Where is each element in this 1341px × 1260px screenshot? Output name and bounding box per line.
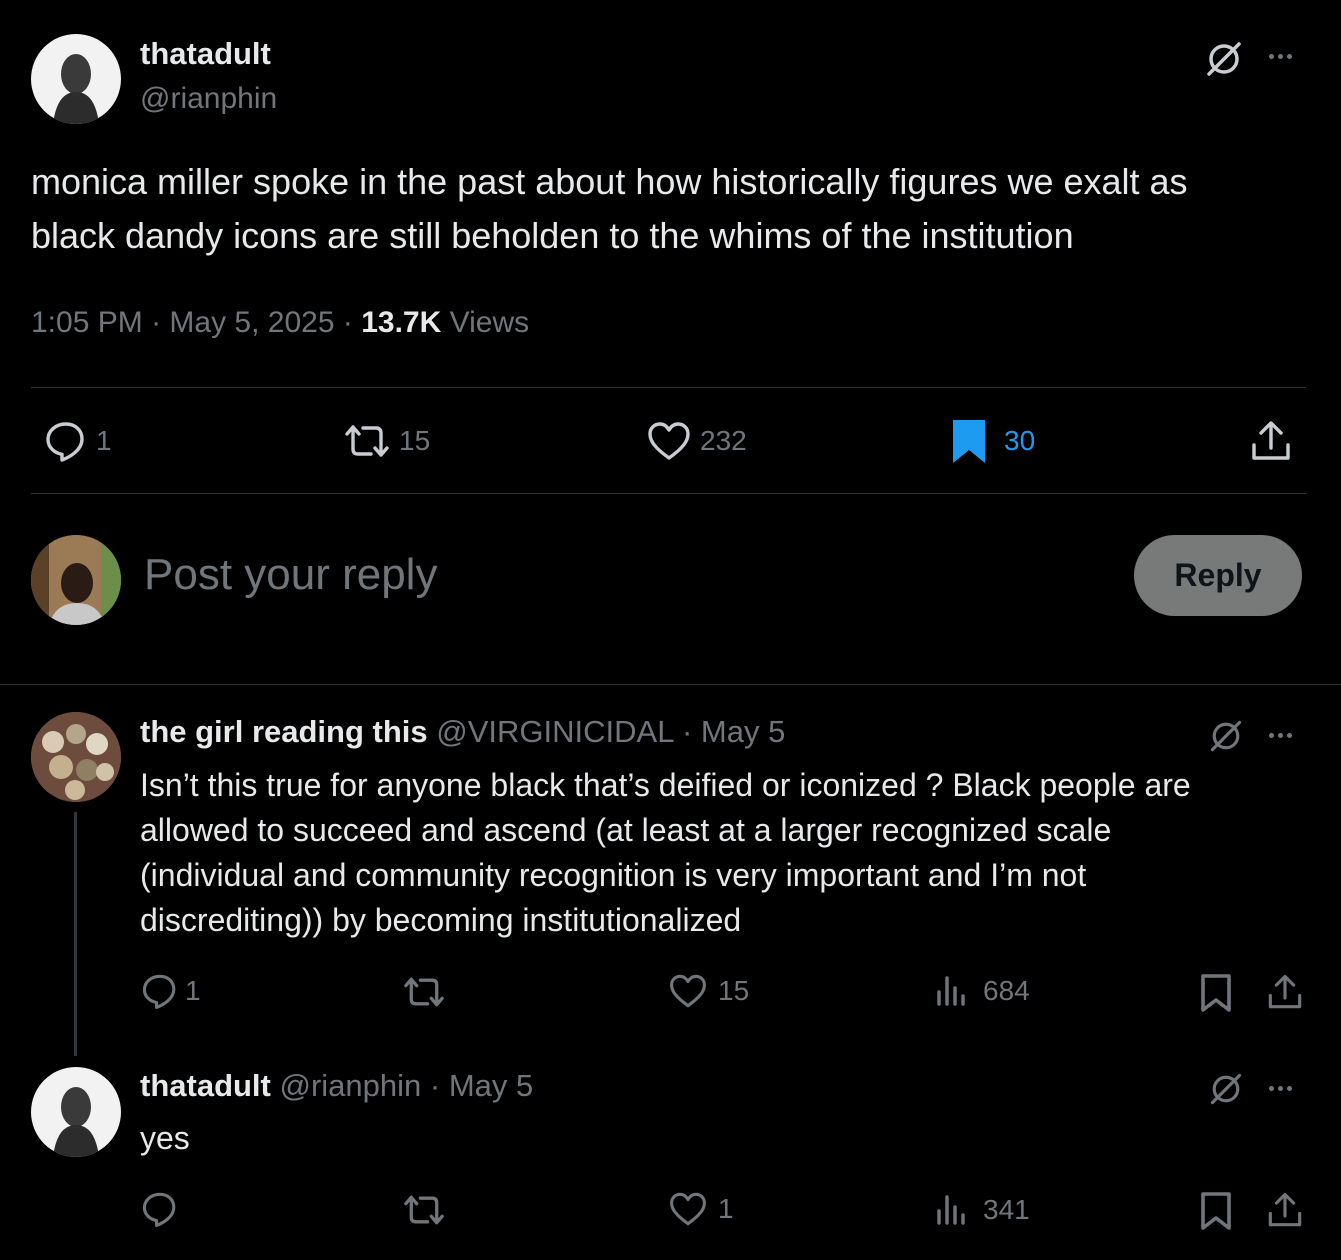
reply-text-line: Isn’t this true for anyone black that’s … (140, 767, 1191, 803)
more-icon[interactable] (1269, 733, 1292, 738)
bookmark-icon (950, 417, 988, 465)
repost-icon (402, 972, 446, 1012)
reply-display-name[interactable]: the girl reading this (140, 714, 428, 749)
views-count: 341 (983, 1194, 1030, 1225)
views-count: 684 (983, 975, 1030, 1006)
reply-text-line: yes (140, 1120, 190, 1156)
repost-count: 15 (399, 425, 431, 456)
reply-author-avatar[interactable] (31, 1067, 121, 1157)
like-icon (668, 1190, 708, 1228)
author-handle[interactable]: @rianphin (140, 82, 277, 116)
views-label: Views (449, 306, 530, 339)
reply-icon (44, 419, 88, 463)
reply-handle[interactable]: @rianphin (280, 1068, 422, 1103)
post-text-line-2: black dandy icons are still beholden to … (31, 215, 1074, 256)
reply-button[interactable]: 1 (141, 972, 201, 1010)
share-icon[interactable] (1249, 418, 1293, 464)
share-icon[interactable] (1266, 972, 1304, 1012)
repost-icon (343, 419, 391, 463)
reply-button[interactable]: 1 (44, 419, 112, 463)
bookmark-icon[interactable] (1200, 1191, 1232, 1231)
like-button[interactable]: 1 (668, 1190, 734, 1228)
section-divider (0, 684, 1341, 685)
current-user-avatar[interactable] (31, 535, 121, 625)
views-button[interactable]: 341 (935, 1193, 1030, 1227)
views-button[interactable]: 684 (935, 974, 1030, 1008)
more-icon[interactable] (1269, 1086, 1292, 1091)
post-date[interactable]: May 5, 2025 (169, 306, 334, 339)
share-icon[interactable] (1266, 1190, 1304, 1230)
like-button[interactable]: 232 (646, 419, 747, 463)
reply-text: yes (140, 1118, 190, 1158)
reply-header: thatadult @rianphin · May 5 (140, 1068, 533, 1104)
reply-composer-input[interactable]: Post your reply (144, 550, 437, 600)
reply-count: 1 (185, 975, 201, 1006)
more-icon[interactable] (1269, 54, 1292, 59)
thread-line (74, 812, 77, 1056)
grok-icon[interactable] (1207, 717, 1245, 755)
reply-text-line: allowed to succeed and ascend (at least … (140, 812, 1112, 848)
reply-date[interactable]: May 5 (701, 714, 785, 749)
author-avatar[interactable] (31, 34, 121, 124)
post-time[interactable]: 1:05 PM (31, 306, 143, 339)
bookmark-count: 30 (1004, 425, 1036, 456)
like-count: 232 (700, 425, 747, 456)
reply-author-avatar[interactable] (31, 712, 121, 802)
views-count: 13.7K (361, 306, 442, 339)
like-button[interactable]: 15 (668, 972, 749, 1010)
like-count: 1 (718, 1193, 734, 1224)
meta-separator: · (151, 306, 162, 339)
reply-submit-button[interactable]: Reply (1134, 535, 1302, 616)
repost-button[interactable] (402, 1190, 446, 1230)
post-text-line-1: monica miller spoke in the past about ho… (31, 161, 1188, 202)
views-icon (935, 1193, 969, 1227)
bookmark-button[interactable]: 30 (950, 417, 1035, 465)
meta-separator: · (429, 1068, 441, 1103)
reply-icon (141, 972, 179, 1010)
reply-text: Isn’t this true for anyone black that’s … (140, 763, 1191, 943)
reply-button[interactable] (141, 1190, 179, 1228)
author-display-name[interactable]: thatadult (140, 36, 271, 72)
reply-header: the girl reading this @VIRGINICIDAL · Ma… (140, 714, 785, 750)
grok-icon[interactable] (1207, 1070, 1245, 1108)
reply-display-name[interactable]: thatadult (140, 1068, 271, 1103)
grok-icon[interactable] (1203, 38, 1245, 80)
like-count: 15 (718, 975, 750, 1006)
views-icon (935, 974, 969, 1008)
reply-count: 1 (96, 425, 112, 456)
reply-date[interactable]: May 5 (449, 1068, 533, 1103)
meta-separator: · (342, 306, 353, 339)
reply-text-line: (individual and community recognition is… (140, 857, 1087, 893)
like-icon (668, 972, 708, 1010)
bookmark-icon[interactable] (1200, 973, 1232, 1013)
divider (31, 493, 1306, 494)
like-icon (646, 419, 692, 463)
repost-icon (402, 1190, 446, 1230)
meta-separator: · (681, 714, 693, 749)
reply-icon (141, 1190, 179, 1228)
post-meta: 1:05 PM · May 5, 2025 · 13.7K Views (31, 306, 529, 340)
reply-text-line: discrediting)) by becoming institutional… (140, 902, 742, 938)
repost-button[interactable] (402, 972, 446, 1012)
reply-handle[interactable]: @VIRGINICIDAL (436, 714, 673, 749)
repost-button[interactable]: 15 (343, 419, 430, 463)
divider (31, 387, 1306, 388)
